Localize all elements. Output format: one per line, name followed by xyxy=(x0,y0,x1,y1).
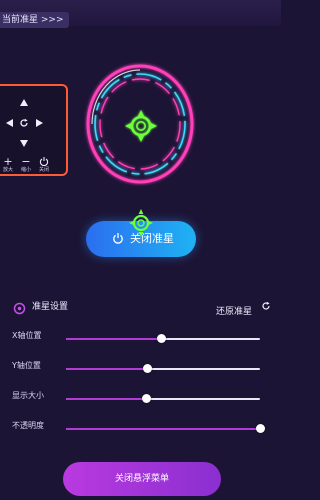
reset-crosshair-label: 还原准星 xyxy=(216,307,253,317)
crosshair-settings-icon xyxy=(13,300,26,315)
slider-label: 不透明度 xyxy=(12,421,44,430)
slider-knob[interactable] xyxy=(141,394,151,403)
slider-fill xyxy=(66,368,148,370)
move-up-button[interactable] xyxy=(19,98,29,108)
control-panel: + 放大 − 缩小 关闭 xyxy=(0,84,68,176)
shrink-button[interactable]: − 缩小 xyxy=(18,156,34,174)
slider-row-display-size: 显示大小 xyxy=(0,388,281,418)
power-icon xyxy=(36,156,52,167)
display-size-slider[interactable] xyxy=(66,394,260,403)
slider-knob[interactable] xyxy=(143,364,153,373)
slider-fill xyxy=(66,338,162,340)
slider-row-opacity: 不透明度 xyxy=(0,418,281,448)
refresh-icon xyxy=(262,301,270,310)
slider-row-x-position: X轴位置 xyxy=(0,328,281,358)
close-floating-menu-button[interactable]: 关闭悬浮菜单 xyxy=(63,462,221,496)
arrow-down-icon xyxy=(20,140,28,147)
arrow-right-icon xyxy=(36,119,43,127)
settings-header: 准星设置 还原准星 xyxy=(0,290,281,330)
arrow-left-icon xyxy=(6,119,13,127)
slider-label: X轴位置 xyxy=(12,331,42,340)
move-right-button[interactable] xyxy=(34,118,44,128)
slider-knob[interactable] xyxy=(255,424,265,433)
current-crosshair-tag[interactable]: 当前准星 >>> xyxy=(0,12,70,28)
move-left-button[interactable] xyxy=(5,118,15,128)
settings-title: 准星设置 xyxy=(32,302,69,312)
close-label: 关闭 xyxy=(38,167,49,173)
slider-label: Y轴位置 xyxy=(12,361,41,370)
reset-position-button[interactable] xyxy=(19,118,29,128)
reset-crosshair-button[interactable]: 还原准星 xyxy=(216,299,270,317)
slider-fill xyxy=(66,428,260,430)
refresh-icon xyxy=(20,118,28,127)
slider-row-y-position: Y轴位置 xyxy=(0,358,281,388)
arrow-up-icon xyxy=(20,99,28,106)
opacity-slider[interactable] xyxy=(66,424,265,433)
enlarge-label: 放大 xyxy=(2,167,13,173)
x-position-slider[interactable] xyxy=(66,334,260,343)
shrink-label: 缩小 xyxy=(20,167,31,173)
plus-icon: + xyxy=(3,155,13,168)
close-crosshair-small-button[interactable]: 关闭 xyxy=(36,156,52,174)
crosshair-icon xyxy=(124,109,158,147)
crosshair-overlay-icon xyxy=(128,208,154,242)
power-icon xyxy=(113,233,123,244)
slider-knob[interactable] xyxy=(157,334,167,343)
move-down-button[interactable] xyxy=(19,138,29,148)
slider-fill xyxy=(66,398,146,400)
minus-icon: − xyxy=(21,155,31,168)
y-position-slider[interactable] xyxy=(66,364,260,373)
slider-label: 显示大小 xyxy=(12,391,44,400)
enlarge-button[interactable]: + 放大 xyxy=(0,156,16,174)
